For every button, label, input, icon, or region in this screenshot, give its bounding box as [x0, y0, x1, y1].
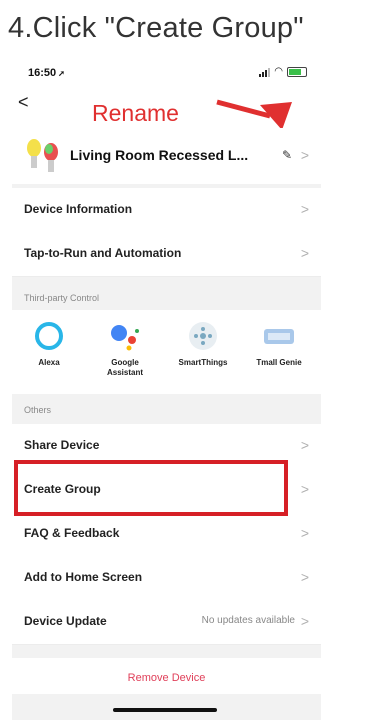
remove-device-button[interactable]: Remove Device	[12, 658, 321, 694]
chevron-right-icon: >	[300, 437, 309, 453]
chevron-right-icon: >	[300, 245, 309, 261]
device-header-row[interactable]: Living Room Recessed L... ✎ >	[12, 128, 321, 184]
wifi-icon: ◠	[274, 66, 283, 77]
annotation-arrow-icon	[216, 99, 292, 130]
row-device-update[interactable]: Device Update No updates available >	[12, 600, 321, 645]
chevron-right-icon: >	[300, 525, 309, 541]
tmall-genie-icon	[259, 318, 299, 354]
row-faq-feedback[interactable]: FAQ & Feedback >	[12, 512, 321, 557]
third-party-google-assistant[interactable]: Google Assistant	[90, 318, 160, 378]
create-group-highlight	[14, 460, 288, 516]
section-label: Third-party Control	[24, 293, 100, 303]
chevron-right-icon: >	[300, 201, 309, 217]
third-party-name: SmartThings	[178, 358, 228, 367]
third-party-name: Alexa	[38, 358, 60, 367]
section-label: Others	[24, 405, 52, 415]
row-device-information[interactable]: Device Information >	[12, 188, 321, 233]
signal-icon	[259, 67, 271, 77]
step-title: 4.Click "Create Group"	[8, 12, 304, 44]
third-party-name: Google Assistant	[106, 358, 143, 377]
row-label: Device Information	[24, 202, 133, 216]
chevron-right-icon: >	[300, 569, 309, 585]
rename-annotation: Rename	[92, 100, 179, 126]
chevron-right-icon: >	[300, 481, 309, 497]
third-party-grid: Alexa Google Assistant SmartThings Tmall…	[12, 310, 321, 394]
status-bar: 16:50 ➚ ◠	[12, 58, 321, 88]
row-label: Add to Home Screen	[24, 570, 143, 584]
alexa-icon	[29, 318, 69, 354]
section-others: Others	[12, 398, 321, 422]
update-status: No updates available	[201, 615, 295, 626]
third-party-tmall-genie[interactable]: Tmall Genie	[244, 318, 314, 368]
home-indicator[interactable]	[113, 708, 217, 712]
section-third-party: Third-party Control	[12, 286, 321, 310]
status-time: 16:50 ➚	[28, 67, 65, 79]
row-tap-to-run[interactable]: Tap-to-Run and Automation >	[12, 232, 321, 277]
row-label: Device Update	[24, 614, 107, 628]
back-button[interactable]: <	[18, 92, 29, 113]
row-label: FAQ & Feedback	[24, 526, 120, 540]
google-assistant-icon	[105, 318, 145, 354]
row-label: Share Device	[24, 438, 100, 452]
third-party-smartthings[interactable]: SmartThings	[168, 318, 238, 368]
row-label: Tap-to-Run and Automation	[24, 246, 182, 260]
third-party-alexa[interactable]: Alexa	[14, 318, 84, 368]
battery-icon	[287, 67, 307, 77]
row-add-to-home-screen[interactable]: Add to Home Screen >	[12, 556, 321, 601]
third-party-name: Tmall Genie	[256, 358, 302, 367]
bulb-icon	[27, 139, 58, 172]
chevron-right-icon: >	[300, 147, 309, 163]
pencil-icon[interactable]: ✎	[282, 148, 292, 162]
phone-screen: 16:50 ➚ ◠ < Rename Living Room Recessed L…	[12, 58, 321, 720]
smartthings-icon	[183, 318, 223, 354]
location-arrow-icon: ➚	[58, 69, 65, 78]
chevron-right-icon: >	[300, 613, 309, 629]
nav-bar: < Rename	[12, 88, 321, 130]
remove-device-label: Remove Device	[127, 672, 206, 684]
device-name: Living Room Recessed L...	[70, 147, 249, 163]
status-icons: ◠	[259, 67, 307, 77]
